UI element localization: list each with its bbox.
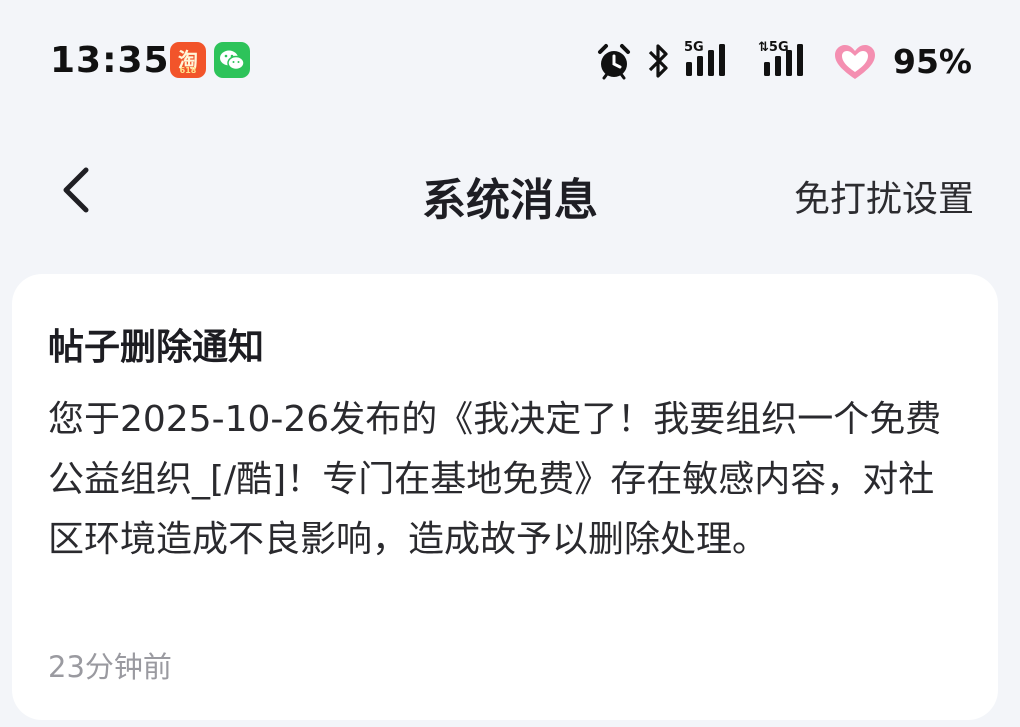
alarm-icon xyxy=(598,44,630,80)
nav-bar: 系统消息 免打扰设置 xyxy=(0,150,1020,230)
signal-5g-icon: 5G xyxy=(684,40,736,80)
wechat-icon xyxy=(214,42,250,78)
signal-5g-data-icon: ⇅5G xyxy=(758,40,814,80)
chevron-left-icon xyxy=(63,167,89,213)
message-card[interactable]: 帖子删除通知 您于2025-10-26发布的《我决定了！我要组织一个免费公益组织… xyxy=(12,274,998,720)
battery-percent: 95% xyxy=(893,42,972,81)
back-button[interactable] xyxy=(50,160,110,220)
status-time: 13:35 xyxy=(50,40,170,81)
taobao-sub: 618 xyxy=(179,66,197,75)
message-title: 帖子删除通知 xyxy=(48,327,265,368)
heart-icon xyxy=(835,45,875,79)
message-body: 您于2025-10-26发布的《我决定了！我要组织一个免费公益组织_[/酷]！专… xyxy=(48,399,942,560)
do-not-disturb-settings-button[interactable]: 免打扰设置 xyxy=(794,170,974,222)
message-timestamp: 23分钟前 xyxy=(48,650,172,684)
status-bar: 13:35 淘 618 5G ⇅5G 95% xyxy=(0,0,1020,124)
taobao-icon: 淘 618 xyxy=(170,42,206,78)
bluetooth-icon xyxy=(648,44,668,78)
